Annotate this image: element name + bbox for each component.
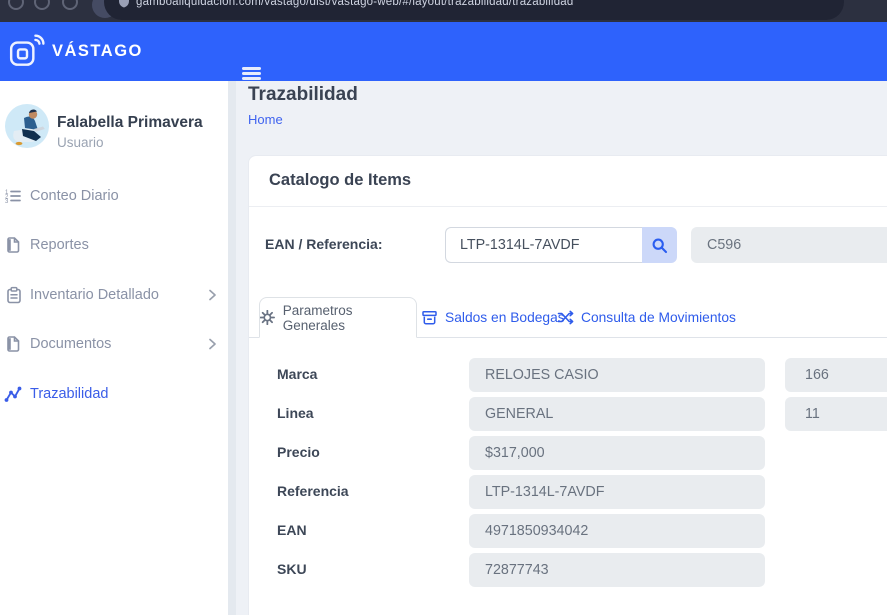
field-row-precio: Precio $317,000 (249, 436, 887, 470)
avatar (5, 104, 49, 148)
field-label: Referencia (277, 483, 349, 499)
field-code: 11 (785, 397, 887, 431)
field-label: EAN (277, 522, 307, 538)
field-label: SKU (277, 561, 307, 577)
sidebar-item-label: Trazabilidad (30, 380, 108, 408)
sidebar-item-trazabilidad[interactable]: Trazabilidad (0, 380, 228, 408)
rfid-logo-icon (8, 32, 46, 70)
address-bar[interactable]: gamboaliquidacion.com/vastago/dist/vasta… (104, 0, 844, 20)
sidebar-scroll-strip[interactable] (228, 81, 236, 615)
field-row-linea: Linea GENERAL 11 (249, 397, 887, 431)
field-value: 72877743 (469, 553, 765, 587)
file-icon (4, 335, 22, 353)
field-label: Precio (277, 444, 320, 460)
brand-title: VÁSTAGO (52, 22, 143, 81)
graph-icon (4, 385, 22, 403)
ean-referencia-label: EAN / Referencia: (265, 236, 382, 252)
url-text[interactable]: gamboaliquidacion.com/vastago/dist/vasta… (136, 0, 573, 20)
field-label: Linea (277, 405, 314, 421)
gear-icon (260, 310, 275, 325)
ordered-list-icon: 1 2 3 (4, 187, 22, 205)
browser-extension-icon[interactable] (62, 0, 78, 10)
tab-bar: Parametros Generales Saldos en Bodegas C… (249, 297, 887, 338)
menu-toggle-icon[interactable] (242, 67, 261, 80)
clipboard-icon (4, 286, 22, 304)
field-label: Marca (277, 366, 317, 382)
field-value: GENERAL (469, 397, 765, 431)
file-icon (4, 236, 22, 254)
card-header: Catalogo de Items (249, 156, 887, 207)
archive-icon (421, 309, 438, 326)
field-row-sku: SKU 72877743 (249, 553, 887, 587)
tab-label: Saldos en Bodegas (445, 310, 565, 325)
card-title: Catalogo de Items (269, 171, 411, 190)
browser-bar: gamboaliquidacion.com/vastago/dist/vasta… (0, 0, 887, 22)
ean-search-input[interactable] (445, 227, 642, 263)
tab-parametros-generales[interactable]: Parametros Generales (259, 297, 417, 338)
sidebar: Falabella Primavera Usuario 1 2 3 Conteo… (0, 81, 228, 615)
breadcrumb-home-link[interactable]: Home (248, 112, 283, 127)
field-row-ean: EAN 4971850934042 (249, 514, 887, 548)
catalog-card: Catalogo de Items EAN / Referencia: C596 (248, 155, 887, 615)
search-icon (651, 237, 668, 254)
app-viewport: gamboaliquidacion.com/vastago/dist/vasta… (0, 0, 887, 615)
search-button[interactable] (642, 227, 677, 263)
app-header: VÁSTAGO (0, 22, 887, 81)
tab-saldos-en-bodegas[interactable]: Saldos en Bodegas (421, 297, 565, 337)
tab-consulta-de-movimientos[interactable]: Consulta de Movimientos (557, 297, 736, 337)
page-title: Trazabilidad (248, 84, 358, 106)
sidebar-item-label: Documentos (30, 330, 111, 358)
tab-label: Parametros Generales (283, 303, 416, 333)
sidebar-item-label: Inventario Detallado (30, 281, 159, 309)
field-value: $317,000 (469, 436, 765, 470)
search-group (445, 227, 677, 263)
site-info-icon[interactable] (118, 0, 130, 8)
svg-text:3: 3 (5, 199, 9, 205)
sidebar-item-conteo-diario[interactable]: 1 2 3 Conteo Diario (0, 182, 228, 210)
sidebar-item-label: Conteo Diario (30, 182, 119, 210)
field-value: 4971850934042 (469, 514, 765, 548)
user-name: Falabella Primavera (57, 114, 203, 132)
field-code: 166 (785, 358, 887, 392)
chevron-right-icon (203, 286, 221, 304)
browser-back-icon[interactable] (8, 0, 24, 10)
field-row-marca: Marca RELOJES CASIO 166 (249, 358, 887, 392)
field-value: LTP-1314L-7AVDF (469, 475, 765, 509)
sidebar-item-inventario-detallado[interactable]: Inventario Detallado (0, 281, 228, 309)
sidebar-item-documentos[interactable]: Documentos (0, 330, 228, 358)
browser-reload-icon[interactable] (34, 0, 50, 10)
shuffle-icon (557, 309, 574, 326)
field-value: RELOJES CASIO (469, 358, 765, 392)
chevron-right-icon (203, 335, 221, 353)
tab-label: Consulta de Movimientos (581, 310, 736, 325)
item-code-field: C596 (691, 227, 887, 263)
sidebar-item-reportes[interactable]: Reportes (0, 231, 228, 259)
user-role: Usuario (57, 135, 104, 150)
field-row-referencia: Referencia LTP-1314L-7AVDF (249, 475, 887, 509)
sidebar-item-label: Reportes (30, 231, 89, 259)
